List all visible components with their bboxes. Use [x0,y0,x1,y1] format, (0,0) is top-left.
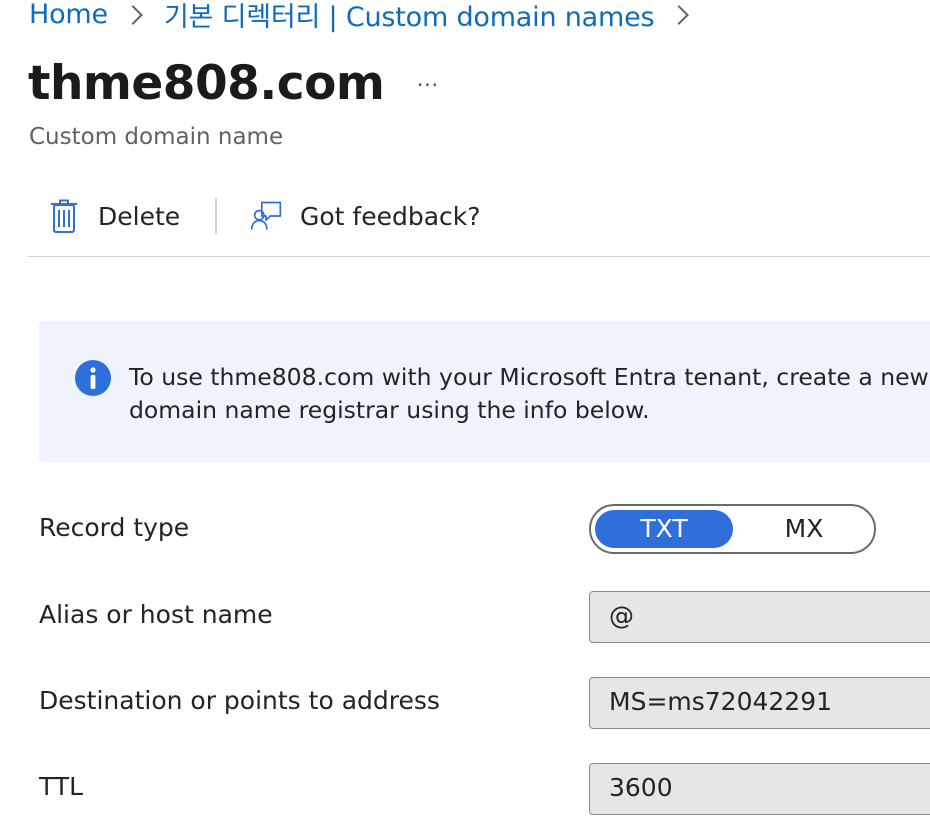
record-type-option-txt[interactable]: TXT [595,510,733,548]
ttl-label: TTL [39,772,84,801]
domain-details-page: Home 기본 디렉터리 | Custom domain names thme8… [0,0,930,832]
info-icon [75,360,111,396]
breadcrumb-home-link[interactable]: Home [29,0,108,30]
delete-button[interactable]: Delete [48,196,180,236]
record-type-label: Record type [39,513,190,542]
feedback-button[interactable]: Got feedback? [250,196,481,236]
info-message-line: To use thme808.com with your Microsoft E… [129,363,930,391]
breadcrumb: Home 기본 디렉터리 | Custom domain names [29,0,710,34]
feedback-person-icon [250,197,282,235]
info-message: To use thme808.com with your Microsoft E… [129,361,930,427]
more-options-button[interactable]: ··· [410,70,446,100]
record-type-toggle: TXT MX [589,504,876,554]
record-type-option-mx[interactable]: MX [735,510,873,548]
info-banner: To use thme808.com with your Microsoft E… [39,321,930,462]
ttl-field[interactable]: 3600 [589,763,930,815]
alias-label: Alias or host name [39,600,273,629]
command-bar: Delete Got feedback? [28,190,930,257]
info-message-line: domain name registrar using the info bel… [129,396,650,424]
trash-icon [48,197,80,235]
destination-label: Destination or points to address [39,686,440,715]
destination-field[interactable]: MS=ms72042291 [589,677,930,729]
page-subtitle: Custom domain name [29,124,284,150]
toolbar-divider [215,198,217,234]
breadcrumb-custom-domains-link[interactable]: 기본 디렉터리 | Custom domain names [164,0,655,34]
alias-field[interactable]: @ [589,591,930,643]
chevron-right-icon [669,5,690,25]
feedback-button-label: Got feedback? [300,201,481,231]
delete-button-label: Delete [98,201,181,231]
page-title: thme808.com [28,56,385,111]
chevron-right-icon [123,5,143,25]
